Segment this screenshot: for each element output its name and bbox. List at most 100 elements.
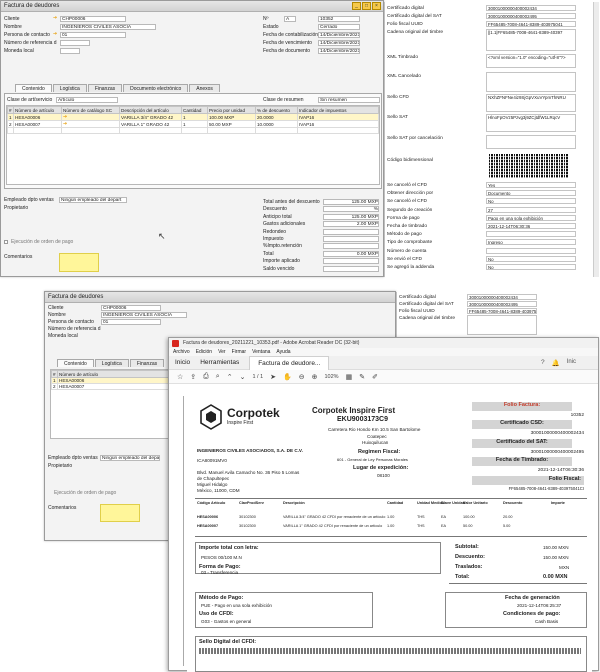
item-tax[interactable]: IVAP16 bbox=[297, 113, 379, 121]
item-price[interactable]: 50.00 MXP bbox=[207, 120, 256, 128]
next-page-icon[interactable]: ⌄ bbox=[240, 373, 246, 381]
catalog-number[interactable]: ➔ bbox=[61, 120, 120, 128]
tab-document[interactable]: Factura de deudore... bbox=[249, 355, 330, 370]
tab-contenido[interactable]: Contenido bbox=[15, 84, 52, 92]
menu-firmar[interactable]: Firmar bbox=[232, 348, 246, 356]
window-title-bar[interactable]: Factura de deudores _ □ × bbox=[1, 1, 383, 12]
item-description[interactable]: VARILLA 3/4" GRADO 42 bbox=[119, 113, 182, 121]
print-icon[interactable]: ⎙ bbox=[203, 373, 209, 381]
empleado-select[interactable]: Ningún empleado del depart bbox=[100, 455, 160, 461]
prop-value[interactable]: FF65485-7008-4641-8389-403975041 bbox=[467, 308, 537, 314]
total-value[interactable]: 125.00 MXP bbox=[323, 199, 379, 205]
cliente-field[interactable]: CHP00006 bbox=[60, 16, 126, 22]
clase-articulo-select[interactable]: Artículo bbox=[56, 97, 118, 103]
item-quantity[interactable]: 1 bbox=[181, 113, 208, 121]
table-row[interactable]: 1 HESA00006 ➔ VARILLA 3/4" GRADO 42 1 10… bbox=[7, 113, 379, 121]
tab-documento-electronico[interactable]: Documento electrónico bbox=[123, 84, 189, 92]
comentarios-field[interactable] bbox=[59, 253, 99, 272]
scrollbar[interactable] bbox=[593, 2, 599, 277]
prop-value[interactable] bbox=[486, 247, 576, 254]
prop-value[interactable]: Pago en una sola exhibición bbox=[486, 214, 576, 221]
zoom-in-icon[interactable]: ⊕ bbox=[312, 373, 318, 381]
col-header[interactable]: % de descuento bbox=[255, 106, 298, 114]
numero-referencia-field[interactable] bbox=[60, 40, 90, 46]
cadena-original-field[interactable]: ||1.1|FF65485-7008-4641-8389-40397 bbox=[486, 29, 576, 51]
annotate-icon[interactable]: ✐ bbox=[372, 373, 378, 381]
link-arrow-icon[interactable]: ➔ bbox=[53, 31, 57, 37]
total-value[interactable]: 2.00 MXP bbox=[323, 221, 379, 228]
tab-logistica[interactable]: Logística bbox=[94, 359, 129, 367]
tab-herramientas[interactable]: Herramientas bbox=[200, 359, 239, 366]
search-icon[interactable]: ⌕ bbox=[216, 373, 220, 381]
col-header[interactable]: Cantidad bbox=[181, 106, 208, 114]
tab-logistica[interactable]: Logística bbox=[52, 84, 87, 92]
total-value[interactable]: % bbox=[323, 206, 379, 213]
table-row[interactable] bbox=[7, 127, 379, 134]
link-arrow-icon[interactable]: ➔ bbox=[63, 122, 67, 127]
item-description[interactable]: VARILLA 1" GRADO 42 bbox=[119, 120, 182, 128]
prop-value[interactable]: No bbox=[486, 255, 576, 262]
prop-value[interactable] bbox=[486, 231, 576, 238]
nombre-field[interactable]: INGENIEROS CIVILES ASOCIA bbox=[101, 312, 187, 318]
total-value[interactable]: 0.00 MXP bbox=[323, 250, 379, 257]
total-value[interactable] bbox=[323, 236, 379, 242]
maximize-icon[interactable]: □ bbox=[362, 2, 371, 10]
table-row[interactable]: 2 HESA00007 ➔ VARILLA 1" GRADO 42 1 50.0… bbox=[7, 120, 379, 128]
menu-edicion[interactable]: Edición bbox=[196, 348, 212, 356]
total-value[interactable] bbox=[323, 228, 379, 235]
window-title-bar[interactable]: Factura de deudores bbox=[45, 292, 395, 303]
total-value[interactable]: 125.00 MXP bbox=[323, 213, 379, 220]
persona-contacto-select[interactable]: 01 bbox=[60, 32, 126, 38]
prop-value[interactable]: Yes bbox=[486, 182, 576, 188]
moneda-local-select[interactable] bbox=[60, 48, 80, 54]
item-discount[interactable]: 10.0000 bbox=[255, 120, 298, 128]
comentarios-field[interactable] bbox=[100, 504, 140, 522]
empleado-select[interactable]: Ningún empleado del depart bbox=[59, 197, 127, 203]
menu-archivo[interactable]: Archivo bbox=[173, 348, 190, 356]
bell-icon[interactable]: 🔔 bbox=[552, 359, 560, 367]
close-icon[interactable]: × bbox=[372, 2, 381, 10]
sello-cfd-field[interactable]: NXhZFNFNe4iz9SjGpVXuVYpmThNRU bbox=[486, 94, 576, 112]
prop-value[interactable]: Ingreso bbox=[486, 239, 576, 246]
nombre-field[interactable]: INGENIEROS CIVILES ASOCIA bbox=[60, 24, 156, 30]
link-arrow-icon[interactable]: ➔ bbox=[63, 115, 67, 120]
acrobat-title-bar[interactable]: Factura de deudores_20211221_10353.pdf -… bbox=[169, 338, 598, 348]
link-arrow-icon[interactable]: ➔ bbox=[53, 15, 57, 21]
fecha-vencimiento-field[interactable]: 14/Diciembre/2021 bbox=[318, 40, 360, 46]
prop-value[interactable]: 27 bbox=[486, 206, 576, 213]
save-icon[interactable]: ☆ bbox=[177, 373, 183, 381]
item-tax[interactable]: IVAP16 bbox=[297, 120, 379, 128]
item-quantity[interactable]: 1 bbox=[181, 120, 208, 128]
tab-inicio[interactable]: Inicio bbox=[175, 359, 190, 366]
fecha-documento-field[interactable]: 14/Diciembre/2021 bbox=[318, 48, 360, 54]
xml-timbrado-field[interactable]: <?xml version="1.0" encoding="utf-8"?> bbox=[486, 54, 576, 68]
prop-value[interactable]: 30001000000400002434 bbox=[467, 294, 537, 300]
prop-value[interactable]: FF65485-7008-4641-8389-403975041 bbox=[486, 21, 576, 27]
persona-contacto-select[interactable]: 01 bbox=[101, 319, 161, 325]
col-header[interactable]: Número de artículo bbox=[13, 106, 62, 114]
prop-value[interactable]: 2021-12-14T06:30:36 bbox=[486, 223, 576, 229]
item-price[interactable]: 100.00 MXP bbox=[207, 113, 256, 121]
minimize-icon[interactable]: _ bbox=[352, 2, 361, 10]
cadena-original-field[interactable] bbox=[467, 315, 537, 335]
col-header[interactable]: Descripción del artículo bbox=[119, 106, 182, 114]
fit-page-icon[interactable]: ▦ bbox=[346, 373, 353, 381]
prop-value[interactable]: 30001000000400002434 bbox=[486, 5, 576, 11]
tab-contenido[interactable]: Contenido bbox=[57, 359, 94, 367]
item-discount[interactable]: 20.0000 bbox=[255, 113, 298, 121]
tab-anexos[interactable]: Anexos bbox=[189, 84, 220, 92]
cliente-field[interactable]: CHP00006 bbox=[101, 305, 161, 311]
col-header[interactable]: Número de catálogo SC bbox=[61, 106, 120, 114]
numero-field[interactable]: 10352 bbox=[318, 16, 360, 22]
prop-value[interactable]: Documento bbox=[486, 190, 576, 197]
menu-ver[interactable]: Ver bbox=[218, 348, 226, 356]
comment-icon[interactable]: ✎ bbox=[359, 373, 365, 381]
ini-label[interactable]: Inic bbox=[567, 359, 576, 367]
xml-cancelado-field[interactable] bbox=[486, 72, 576, 92]
tab-finanzas[interactable]: Finanzas bbox=[129, 359, 165, 367]
clase-resumen-select[interactable]: Sin resumen bbox=[318, 97, 380, 103]
prop-value[interactable]: No bbox=[486, 198, 576, 205]
tab-finanzas[interactable]: Finanzas bbox=[87, 84, 123, 92]
fecha-contabilizacion-field[interactable]: 14/Diciembre/2021 bbox=[318, 32, 360, 38]
total-value[interactable] bbox=[323, 258, 379, 265]
